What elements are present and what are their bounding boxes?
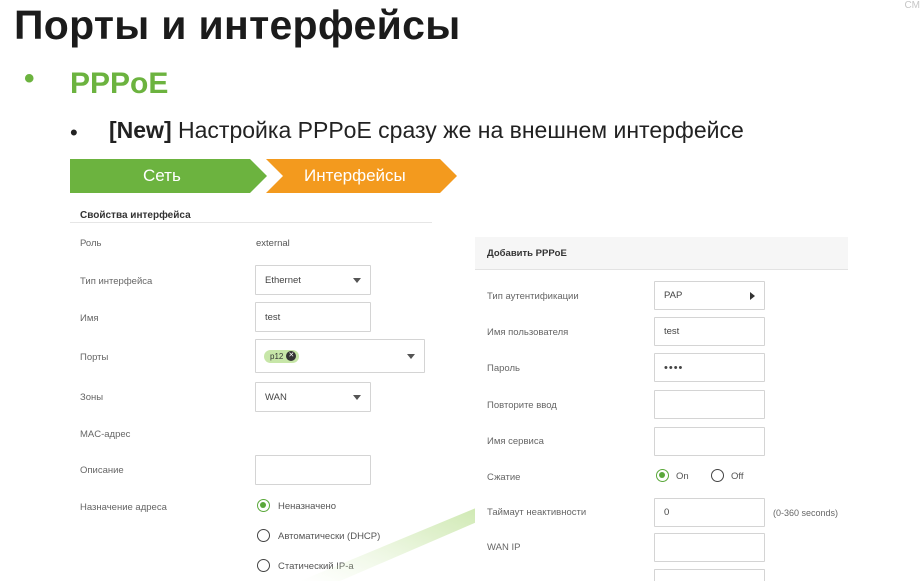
address-assignment-label: Назначение адреса (80, 502, 167, 513)
chevron-down-icon (353, 395, 361, 400)
section-heading: PPPoE (70, 67, 169, 100)
name-label: Имя (80, 313, 99, 324)
service-name-input[interactable] (654, 427, 765, 456)
zones-label: Зоны (80, 392, 104, 403)
new-tag: [New] (109, 117, 172, 143)
name-input[interactable]: test (255, 302, 371, 332)
interface-type-select[interactable]: Ethernet (255, 265, 371, 295)
sub-bullet-text: [New] Настройка PPPoE сразу же на внешне… (109, 117, 744, 144)
wan-ip-input[interactable] (654, 533, 765, 562)
compression-off-option[interactable]: Off (711, 469, 761, 485)
idle-timeout-value: 0 (664, 507, 670, 518)
chevron-down-icon (407, 354, 415, 359)
sub-bullet-point: • (70, 120, 78, 145)
radio-button[interactable] (711, 469, 724, 482)
mac-address-label: MAC-адрес (80, 429, 131, 440)
auth-type-value: PAP (664, 290, 683, 301)
panel-title: Добавить PPPoE (487, 248, 567, 259)
radio-button[interactable] (257, 559, 270, 572)
ports-multiselect[interactable]: p12 ✕ (255, 339, 425, 373)
description-input[interactable] (255, 455, 371, 485)
interface-type-value: Ethernet (265, 274, 301, 286)
breadcrumb-item-interfaces[interactable]: Интерфейсы (304, 166, 406, 186)
password-value: •••• (664, 361, 684, 374)
compression-off-label: Off (731, 471, 744, 482)
watermark: СМ (904, 0, 920, 11)
next-field-input[interactable] (654, 569, 765, 581)
interface-type-label: Тип интерфейса (80, 276, 153, 287)
breadcrumb-item-network[interactable]: Сеть (143, 166, 181, 186)
port-chip-label: p12 (270, 351, 284, 361)
wan-ip-label: WAN IP (487, 542, 521, 553)
compression-label: Сжатие (487, 472, 521, 483)
panel-divider (70, 222, 432, 223)
ports-label: Порты (80, 352, 109, 363)
username-label: Имя пользователя (487, 327, 569, 338)
add-pppoe-panel: Добавить PPPoE Тип аутентификации PAP Им… (475, 237, 848, 581)
idle-timeout-input[interactable]: 0 (654, 498, 765, 527)
role-value: external (256, 238, 290, 249)
radio-button[interactable] (257, 499, 270, 512)
auth-type-select[interactable]: PAP (654, 281, 765, 310)
service-name-label: Имя сервиса (487, 436, 544, 447)
password-label: Пароль (487, 363, 520, 374)
slide-title: Порты и интерфейсы (14, 2, 461, 48)
port-chip: p12 ✕ (264, 349, 300, 363)
breadcrumb: Сеть Интерфейсы (70, 159, 460, 193)
sub-bullet-description: Настройка PPPoE сразу же на внешнем инте… (171, 117, 744, 143)
repeat-password-label: Повторите ввод (487, 400, 557, 411)
username-input[interactable]: test (654, 317, 765, 346)
decorative-glow (300, 498, 500, 581)
radio-button[interactable] (257, 529, 270, 542)
zones-select[interactable]: WAN (255, 382, 371, 412)
radio-button[interactable] (656, 469, 669, 482)
panel-title: Свойства интерфейса (80, 210, 191, 221)
auth-type-label: Тип аутентификации (487, 291, 579, 302)
chevron-right-icon (750, 291, 755, 300)
name-value: test (265, 311, 281, 323)
compression-on-option[interactable]: On (656, 469, 706, 485)
username-value: test (664, 326, 680, 337)
idle-timeout-label: Таймаут неактивности (487, 507, 587, 518)
role-label: Роль (80, 238, 102, 249)
remove-chip-icon[interactable]: ✕ (286, 351, 297, 361)
chevron-down-icon (353, 278, 361, 283)
repeat-password-input[interactable] (654, 390, 765, 419)
compression-on-label: On (676, 471, 689, 482)
zones-value: WAN (265, 391, 287, 403)
description-label: Описание (80, 465, 124, 476)
idle-timeout-hint: (0-360 seconds) (773, 508, 839, 518)
bullet-point: • (24, 62, 35, 95)
password-input[interactable]: •••• (654, 353, 765, 382)
